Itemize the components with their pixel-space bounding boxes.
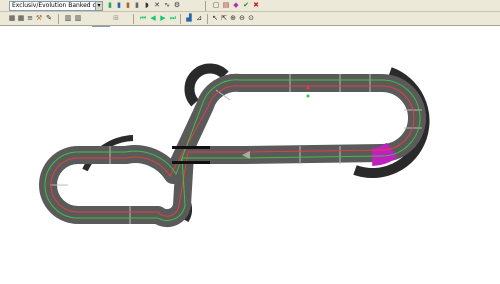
zoom-fit-icon[interactable]: ⊙	[247, 14, 255, 23]
grid-icon[interactable]: ▦	[17, 14, 25, 23]
first-icon[interactable]: ⏮	[139, 14, 147, 23]
zoom-in-icon[interactable]: ⊕	[229, 14, 237, 23]
tool-icon[interactable]: ✎	[45, 14, 53, 23]
toolbar-separator	[58, 14, 59, 24]
grid-icon[interactable]: ▦	[8, 14, 16, 23]
print-icon[interactable]: ▤	[222, 1, 230, 10]
close-icon[interactable]: ✖	[252, 1, 260, 10]
window-icon[interactable]: ▢	[212, 1, 220, 10]
track-select-dropdown-button[interactable]: ▾	[95, 1, 103, 11]
toolbar-separator	[207, 14, 208, 24]
check-icon[interactable]: ✔	[242, 1, 250, 10]
track-piece-select[interactable]: Exclusiv/Evolution Banked curve 1/3	[9, 1, 101, 11]
start-finish-line	[172, 161, 210, 164]
panel-icon[interactable]: ▥	[74, 14, 82, 23]
main-toolbar: Exclusiv/Evolution Banked curve 1/3 ▾ ▮ …	[0, 0, 500, 12]
track-layout[interactable]	[0, 27, 500, 280]
next-icon[interactable]: ▶	[159, 14, 167, 23]
prev-icon[interactable]: ◀	[149, 14, 157, 23]
settings-icon[interactable]: ⚙	[173, 1, 181, 10]
pointer-icon[interactable]: ↖	[211, 14, 219, 23]
toolbar-separator	[180, 14, 181, 24]
track-piece-icon[interactable]: ▮	[124, 1, 132, 10]
last-icon[interactable]: ⏭	[169, 14, 177, 23]
chart-icon[interactable]: ⊿	[195, 14, 203, 23]
crossover-icon[interactable]: ✕	[153, 1, 161, 10]
toolbar-separator	[133, 14, 134, 24]
start-finish-line	[172, 146, 210, 149]
tool-icon[interactable]: ⚒	[35, 14, 43, 23]
track-canvas[interactable]	[0, 27, 500, 280]
zoom-out-icon[interactable]: ⊖	[238, 14, 246, 23]
toolbar-separator	[205, 1, 206, 11]
panel-icon[interactable]: ▥	[64, 14, 72, 23]
track-piece-icon[interactable]: ▮	[106, 1, 114, 10]
chart-icon[interactable]: ▟	[185, 14, 193, 23]
track-piece-icon[interactable]: ▮	[133, 1, 141, 10]
eraser-icon[interactable]: ◆	[232, 1, 240, 10]
secondary-toolbar: ▦ ▦ ≡ ⚒ ✎ ▥ ▥ 2 ⊞ ⏮ ◀ ▶ ⏭ ▟ ⊿ ↖ ⇱ ⊕ ⊖ ⊙	[0, 12, 500, 36]
lanes-icon[interactable]: ⊞	[112, 14, 120, 23]
lane-marker	[306, 94, 310, 98]
pointer-icon[interactable]: ⇱	[220, 14, 228, 23]
layers-icon[interactable]: ≡	[26, 14, 34, 23]
lane-marker	[306, 86, 310, 90]
chicane-icon[interactable]: ∿	[163, 1, 171, 10]
track-piece-icon[interactable]: ▮	[115, 1, 123, 10]
banked-curve-icon[interactable]: ◗	[143, 1, 151, 10]
